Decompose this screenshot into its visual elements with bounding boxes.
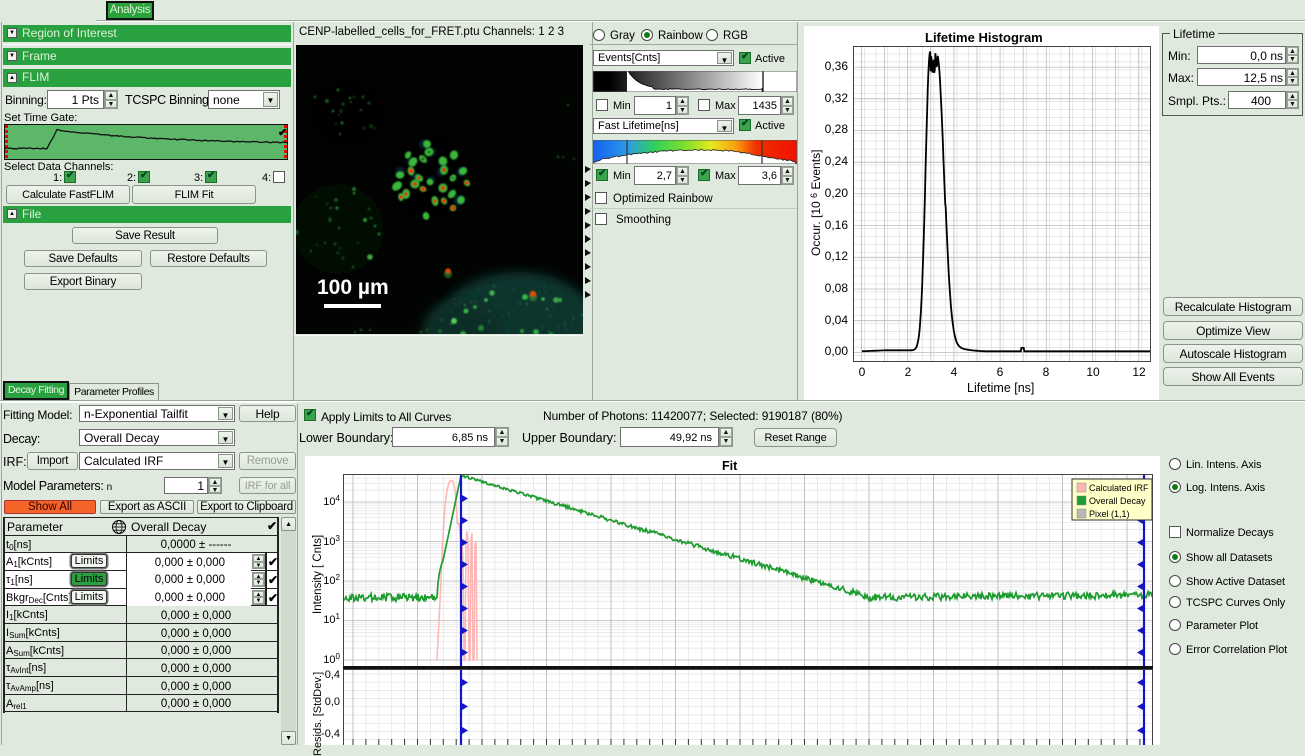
svg-text:100 µm: 100 µm [317,276,389,299]
svg-text:Calculated IRF: Calculated IRF [1089,483,1149,493]
svg-text:✔: ✔ [278,127,287,139]
svg-text:Pixel (1,1): Pixel (1,1) [1089,509,1130,519]
svg-text:Overall Decay: Overall Decay [1089,496,1146,506]
